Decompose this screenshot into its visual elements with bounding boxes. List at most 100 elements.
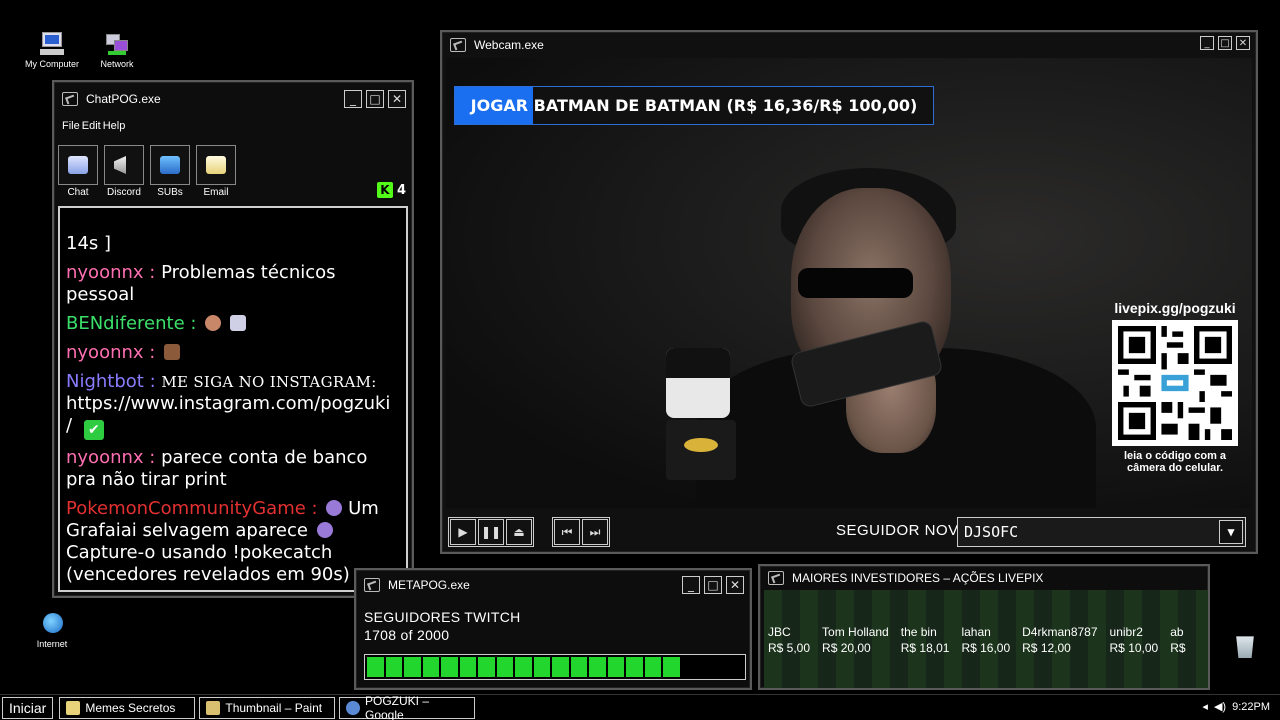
face-emote-icon <box>205 315 222 331</box>
webcam-feed: livepix.gg/pogzuki leia o código com a c… <box>446 58 1252 508</box>
investor-amount: R$ 16,00 <box>961 641 1011 655</box>
menu-edit[interactable]: Edit <box>82 120 101 132</box>
minimize-button[interactable]: _ <box>682 576 700 594</box>
task-memes-secretos[interactable]: Memes Secretos <box>59 696 196 719</box>
message-text: 14s ] <box>66 233 112 254</box>
chat-username[interactable]: Nightbot : <box>66 371 156 392</box>
new-follower-label: SEGUIDOR NOVO <box>836 522 971 539</box>
new-follower-field[interactable]: DJSOFC ▼ <box>957 517 1246 547</box>
chevron-down-icon[interactable]: ▼ <box>1219 520 1243 544</box>
folder-icon <box>66 700 81 715</box>
progress-segment <box>404 657 421 677</box>
maximize-button[interactable]: □ <box>704 576 722 594</box>
subs-icon <box>160 156 180 174</box>
webcam-window: Webcam.exe _ □ ✕ livepix.gg/pogzuki leia… <box>440 30 1258 554</box>
chat-log[interactable]: 14s ] nyoonnx : Problemas técnicos pesso… <box>58 206 408 592</box>
progress-segment <box>644 657 661 677</box>
close-button[interactable]: ✕ <box>388 90 406 108</box>
sunglasses <box>798 268 913 298</box>
investor-amount: R$ 20,00 <box>822 641 871 655</box>
qr-caption: leia o código com a câmera do celular. <box>1123 450 1227 474</box>
investors-window: MAIORES INVESTIDORES – AÇÕES LIVEPIX JBC… <box>758 564 1210 690</box>
investor-entry: D4rkman8787 R$ 12,00 <box>1022 624 1097 656</box>
tool-email[interactable]: Email <box>196 145 236 198</box>
investor-name: Tom Holland <box>822 625 889 639</box>
media-controls: ▶ ❚❚ ⏏ ⏮ ⏭ SEGUIDOR NOVO DJSOFC ▼ <box>446 514 1252 550</box>
tool-chat[interactable]: Chat <box>58 145 98 198</box>
close-button[interactable]: ✕ <box>1236 36 1250 50</box>
instagram-link[interactable]: https://www.instagram.com/pogzuki <box>66 393 390 414</box>
window-controls: _ □ ✕ <box>344 90 406 108</box>
follower-progress-bar <box>364 654 746 680</box>
network-tray-icon[interactable]: ◂ <box>1202 700 1208 713</box>
investor-amount: R$ 12,00 <box>1022 641 1071 655</box>
follower-goal-label: SEGUIDORES TWITCH 1708 of 2000 <box>364 608 521 644</box>
investor-amount: R$ 10,00 <box>1109 641 1159 655</box>
task-pogzuki-google[interactable]: POGZUKI – Google <box>339 694 476 720</box>
window-controls: _ □ ✕ <box>682 576 744 594</box>
investor-entry: the bin R$ 18,01 <box>901 624 950 656</box>
megaphone-icon <box>114 156 126 174</box>
maximize-button[interactable]: □ <box>1218 36 1232 50</box>
chat-icon <box>68 156 88 174</box>
batman-figure <box>666 348 736 508</box>
investor-entry: ab R$ <box>1170 624 1185 656</box>
rocket-emote-icon <box>229 315 246 331</box>
chat-username[interactable]: PokemonCommunityGame : <box>66 498 318 519</box>
close-button[interactable]: ✕ <box>726 576 744 594</box>
chat-message: Nightbot : me siga no instagram: https:/… <box>66 371 402 440</box>
tool-label: Email <box>203 187 229 198</box>
tool-discord[interactable]: Discord <box>104 145 144 198</box>
mail-icon <box>206 156 226 174</box>
progress-segment <box>422 657 439 677</box>
progress-segment <box>607 657 624 677</box>
goal-title: SEGUIDORES TWITCH <box>364 609 521 625</box>
desktop-icon-my-computer[interactable]: My Computer <box>22 32 82 69</box>
desktop-icon-label: Internet <box>36 639 68 649</box>
globe-icon <box>39 612 65 636</box>
app-logo-icon <box>768 571 784 585</box>
volume-icon[interactable]: ◀) <box>1214 700 1226 713</box>
next-button[interactable]: ⏭ <box>582 519 608 545</box>
chat-username[interactable]: nyoonnx : <box>66 342 155 363</box>
eject-button[interactable]: ⏏ <box>506 519 532 545</box>
chat-toolbar: Chat Discord SUBs Email <box>58 145 236 198</box>
tool-subs[interactable]: SUBs <box>150 145 190 198</box>
paint-icon <box>206 700 221 715</box>
desktop-icon-internet[interactable]: Internet <box>22 612 82 649</box>
window-controls: _ □ ✕ <box>1200 36 1250 50</box>
chat-message: 14s ] <box>66 233 402 255</box>
task-label: Thumbnail – Paint <box>225 700 323 715</box>
webcam-titlebar[interactable]: Webcam.exe <box>442 32 1256 58</box>
maximize-button[interactable]: □ <box>366 90 384 108</box>
pause-button[interactable]: ❚❚ <box>478 519 504 545</box>
check-emote-icon: ✔ <box>83 420 104 440</box>
network-icon <box>104 32 130 56</box>
task-thumbnail-paint[interactable]: Thumbnail – Paint <box>199 696 336 719</box>
menu-file[interactable]: File <box>62 120 80 132</box>
recycle-bin-icon[interactable] <box>1234 634 1258 660</box>
play-button[interactable]: ▶ <box>450 519 476 545</box>
minimize-button[interactable]: _ <box>1200 36 1214 50</box>
meta-window: METAPOG.exe _ □ ✕ SEGUIDORES TWITCH 1708… <box>354 568 752 690</box>
progress-segment <box>533 657 550 677</box>
chat-username[interactable]: BENdiferente : <box>66 313 196 334</box>
message-text: Capture-o usando !pokecatch (vencedores … <box>66 542 350 585</box>
chat-username[interactable]: nyoonnx : <box>66 447 155 468</box>
app-logo-icon <box>450 38 466 52</box>
investors-titlebar[interactable]: MAIORES INVESTIDORES – AÇÕES LIVEPIX <box>760 566 1208 590</box>
desktop-icon-network[interactable]: Network <box>87 32 147 69</box>
investor-entry: unibr2 R$ 10,00 <box>1110 624 1159 656</box>
menu-help[interactable]: Help <box>103 120 126 132</box>
investor-name: the bin <box>900 625 937 639</box>
chat-message: BENdiferente : <box>66 313 402 335</box>
pokemon-emote-icon <box>326 500 343 516</box>
start-button[interactable]: Iniciar <box>2 696 54 719</box>
chat-username[interactable]: nyoonnx : <box>66 262 155 283</box>
investor-amount: R$ <box>1170 641 1186 655</box>
investor-amount: R$ 5,00 <box>768 641 811 655</box>
minimize-button[interactable]: _ <box>344 90 362 108</box>
previous-button[interactable]: ⏮ <box>554 519 580 545</box>
system-tray: ◂ ◀) 9:22PM <box>1202 700 1270 714</box>
tool-label: SUBs <box>157 187 183 198</box>
